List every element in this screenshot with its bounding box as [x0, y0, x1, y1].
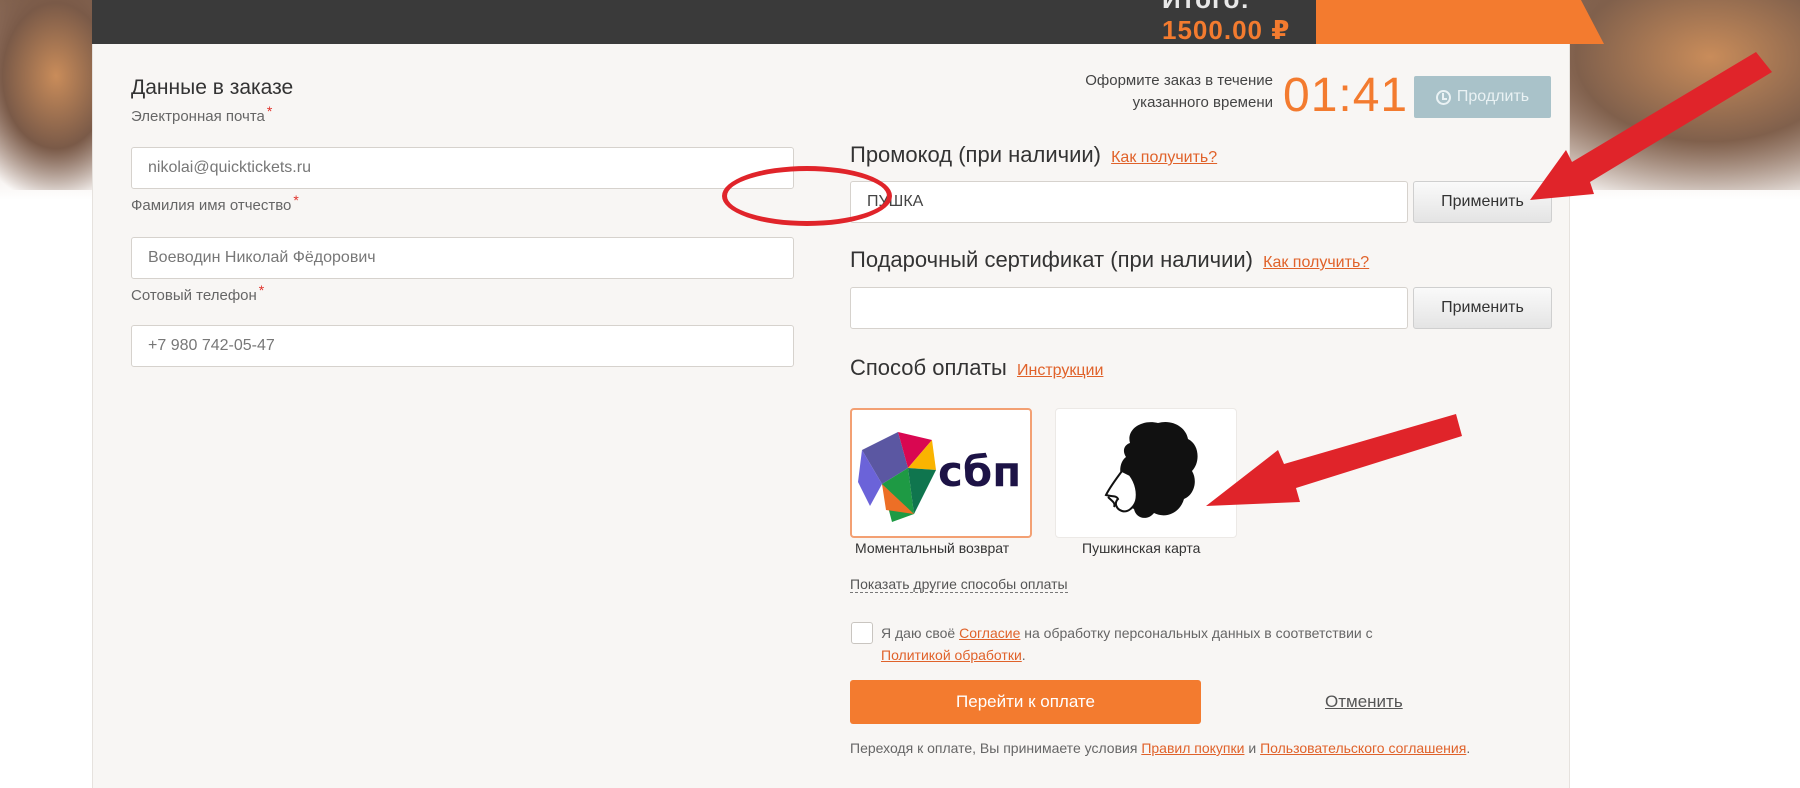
header-bar: Итого: 1500.00 ₽	[92, 0, 1316, 46]
terms-text: Переходя к оплате, Вы принимаете условия…	[850, 740, 1471, 756]
phone-field[interactable]	[131, 325, 794, 367]
promo-heading: Промокод (при наличии) Как получить?	[850, 142, 1218, 167]
purchase-rules-link[interactable]: Правил покупки	[1141, 740, 1244, 756]
proceed-to-payment-button[interactable]: Перейти к оплате	[850, 680, 1201, 724]
fullname-field[interactable]	[131, 237, 794, 279]
payment-option-pushkin-card[interactable]	[1055, 408, 1237, 538]
promo-code-input[interactable]	[850, 181, 1408, 223]
payment-caption-pushkin-card: Пушкинская карта	[1082, 540, 1201, 556]
show-more-payment-methods-link[interactable]: Показать другие способы оплаты	[850, 576, 1068, 593]
promo-apply-button[interactable]: Применить	[1413, 181, 1552, 223]
consent-agreement-link[interactable]: Согласие	[959, 625, 1020, 641]
order-total: Итого: 1500.00 ₽	[1162, 0, 1316, 46]
gift-help-link[interactable]: Как получить?	[1263, 254, 1369, 271]
order-details-title: Данные в заказе	[131, 76, 294, 99]
timer-caption: Оформите заказ в течение указанного врем…	[1085, 72, 1273, 111]
sbp-logo-icon: сбп	[858, 432, 1021, 522]
promo-help-link[interactable]: Как получить?	[1111, 149, 1217, 166]
clock-icon	[1435, 89, 1451, 105]
header-accent-tab	[1316, 0, 1604, 44]
order-total-label: Итого:	[1162, 0, 1250, 14]
email-field[interactable]	[131, 147, 794, 189]
privacy-policy-link[interactable]: Политикой обработки	[881, 647, 1022, 663]
user-agreement-link[interactable]: Пользовательского соглашения	[1260, 740, 1466, 756]
payment-option-sbp[interactable]: сбп	[850, 408, 1032, 538]
gift-certificate-input[interactable]	[850, 287, 1408, 329]
consent-checkbox[interactable]	[851, 622, 873, 644]
payment-caption-sbp: Моментальный возврат	[855, 540, 1010, 556]
countdown-timer: 01:41	[1283, 69, 1409, 122]
payment-instructions-link[interactable]: Инструкции	[1017, 362, 1103, 379]
required-mark: *	[266, 103, 273, 119]
sbp-logo-text: сбп	[938, 447, 1021, 496]
phone-label: Сотовый телефон *	[131, 282, 265, 304]
fullname-label: Фамилия имя отчество *	[131, 192, 299, 214]
extend-button[interactable]: Продлить	[1414, 76, 1551, 118]
consent-text: Я даю своё Согласие на обработку персона…	[881, 625, 1373, 663]
email-label: Электронная почта *	[131, 103, 273, 125]
required-mark: *	[293, 192, 299, 208]
gift-certificate-heading: Подарочный сертификат (при наличии) Как …	[850, 247, 1370, 272]
required-mark: *	[258, 282, 265, 298]
payment-method-heading: Способ оплаты Инструкции	[850, 355, 1104, 380]
order-card: Данные в заказе Электронная почта* Фамил…	[92, 44, 1570, 788]
pushkin-portrait-icon	[1104, 421, 1198, 518]
gift-apply-button[interactable]: Применить	[1413, 287, 1552, 329]
order-total-amount: 1500.00 ₽	[1162, 15, 1291, 45]
annotation-promo-ring	[722, 166, 892, 226]
cancel-link[interactable]: Отменить	[1325, 692, 1403, 712]
